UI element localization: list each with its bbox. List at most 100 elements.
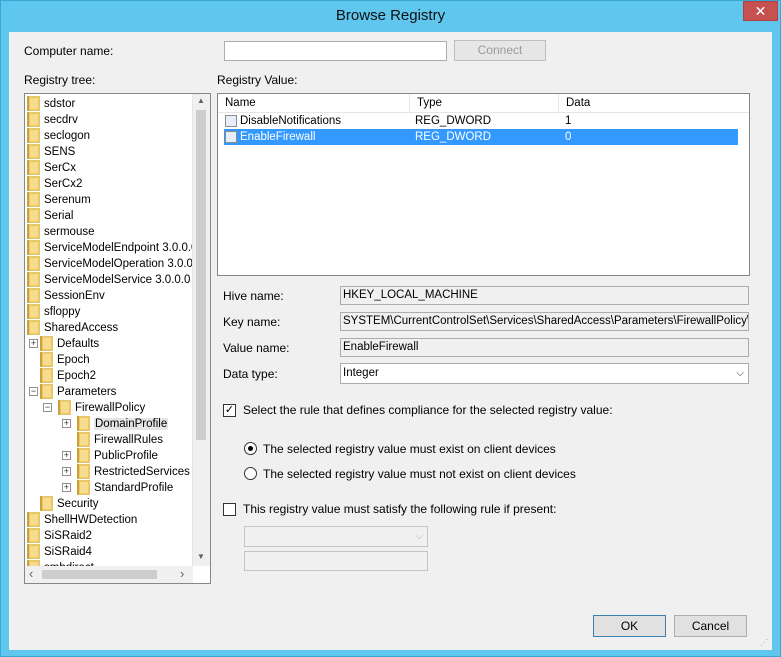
folder-icon: [40, 336, 53, 351]
registry-value-row-selected[interactable]: EnableFirewall REG_DWORD 0: [224, 129, 738, 145]
tree-item[interactable]: seclogon: [27, 128, 90, 144]
expand-icon[interactable]: +: [62, 483, 71, 492]
tree-item[interactable]: sdstor: [27, 96, 75, 112]
folder-icon: [77, 416, 90, 431]
tree-item-label: ServiceModelEndpoint 3.0.0.0: [44, 242, 198, 254]
tree-item-label: Serial: [44, 210, 74, 222]
expand-icon[interactable]: +: [62, 419, 71, 428]
must-exist-radio[interactable]: [244, 442, 257, 455]
folder-icon: [27, 208, 40, 223]
folder-icon: [27, 272, 40, 287]
tree-item[interactable]: Serial: [27, 208, 73, 224]
registry-tree[interactable]: sdstor secdrv seclogon SENS SerCx SerCx2…: [24, 93, 211, 584]
chevron-down-icon: ⌵: [736, 368, 744, 379]
data-type-select[interactable]: Integer ⌵: [340, 363, 749, 384]
close-button[interactable]: ✕: [743, 1, 778, 21]
folder-icon: [77, 432, 90, 447]
expand-icon[interactable]: +: [29, 339, 38, 348]
ok-button[interactable]: OK: [593, 615, 666, 637]
tree-item[interactable]: Security: [40, 496, 99, 512]
title-bar[interactable]: Browse Registry ✕: [1, 1, 780, 31]
tree-item[interactable]: ServiceModelOperation 3.0.0.0: [27, 256, 203, 272]
tree-item[interactable]: SiSRaid2: [27, 528, 92, 544]
tree-item[interactable]: secdrv: [27, 112, 78, 128]
tree-item-selected[interactable]: DomainProfile: [77, 416, 169, 432]
folder-icon: [27, 240, 40, 255]
browse-registry-window: Browse Registry ✕ Computer name: Connect…: [0, 0, 781, 657]
tree-item[interactable]: FirewallPolicy: [58, 400, 145, 416]
folder-icon: [27, 192, 40, 207]
tree-item-label: SiSRaid4: [44, 546, 92, 558]
tree-vertical-scrollbar[interactable]: ▲ ▼: [192, 94, 210, 566]
scroll-up-icon[interactable]: ▲: [197, 96, 205, 105]
computer-name-label: Computer name:: [24, 44, 114, 58]
satisfy-rule-label: This registry value must satisfy the fol…: [243, 502, 557, 516]
registry-value-row[interactable]: DisableNotifications REG_DWORD 1: [224, 113, 738, 129]
registry-value-list[interactable]: Name Type Data DisableNotifications REG_…: [217, 93, 750, 276]
tree-item[interactable]: SerCx: [27, 160, 76, 176]
value-name-field: EnableFirewall: [340, 338, 749, 357]
tree-item[interactable]: RestrictedServices: [77, 464, 190, 480]
tree-item-label: ServiceModelService 3.0.0.0: [44, 274, 191, 286]
tree-item[interactable]: ServiceModelEndpoint 3.0.0.0: [27, 240, 197, 256]
tree-item[interactable]: sermouse: [27, 224, 95, 240]
tree-item[interactable]: Defaults: [40, 336, 99, 352]
tree-item[interactable]: SerCx2: [27, 176, 82, 192]
collapse-icon[interactable]: −: [29, 387, 38, 396]
tree-item-label: StandardProfile: [94, 482, 174, 494]
tree-item[interactable]: SessionEnv: [27, 288, 105, 304]
collapse-icon[interactable]: −: [43, 403, 52, 412]
tree-item[interactable]: FirewallRules: [77, 432, 163, 448]
column-header-name[interactable]: Name: [218, 94, 410, 113]
expand-icon[interactable]: +: [62, 451, 71, 460]
tree-hscroll-thumb[interactable]: [42, 570, 157, 579]
tree-item-label: SerCx2: [44, 178, 83, 190]
tree-item-label: SessionEnv: [44, 290, 105, 302]
tree-item[interactable]: Serenum: [27, 192, 91, 208]
folder-icon: [58, 400, 71, 415]
tree-horizontal-scrollbar[interactable]: ‹ ›: [25, 566, 193, 583]
tree-item[interactable]: ServiceModelService 3.0.0.0: [27, 272, 190, 288]
tree-item[interactable]: PublicProfile: [77, 448, 158, 464]
tree-item[interactable]: Epoch2: [40, 368, 96, 384]
satisfy-rule-checkbox[interactable]: [223, 503, 236, 516]
resize-grip-icon[interactable]: ⋰: [760, 638, 770, 648]
tree-item[interactable]: ShellHWDetection: [27, 512, 137, 528]
tree-item-label: FirewallRules: [94, 434, 164, 446]
tree-item[interactable]: SharedAccess: [27, 320, 118, 336]
compliance-rule-checkbox[interactable]: ✓: [223, 404, 236, 417]
registry-tree-label: Registry tree:: [24, 73, 96, 87]
key-name-label: Key name:: [223, 315, 281, 329]
tree-item-label: SENS: [44, 146, 76, 158]
tree-item[interactable]: SiSRaid4: [27, 544, 92, 560]
scroll-down-icon[interactable]: ▼: [197, 552, 205, 561]
column-header-type[interactable]: Type: [410, 94, 559, 113]
value-type-cell: REG_DWORD: [415, 115, 492, 127]
folder-icon: [27, 176, 40, 191]
tree-item-label: Defaults: [57, 338, 100, 350]
tree-item[interactable]: Epoch: [40, 352, 90, 368]
tree-item-label: ServiceModelOperation 3.0.0.0: [44, 258, 203, 270]
expand-icon[interactable]: +: [62, 467, 71, 476]
scroll-right-icon[interactable]: ›: [180, 566, 184, 582]
rule-value-input[interactable]: [244, 551, 428, 571]
cancel-button[interactable]: Cancel: [674, 615, 747, 637]
connect-button[interactable]: Connect: [454, 40, 546, 61]
tree-scroll-thumb[interactable]: [196, 110, 206, 440]
tree-item[interactable]: sfloppy: [27, 304, 80, 320]
tree-item[interactable]: StandardProfile: [77, 480, 173, 496]
folder-icon: [27, 160, 40, 175]
value-name-cell: DisableNotifications: [240, 115, 341, 127]
compliance-rule-label: Select the rule that defines compliance …: [243, 403, 613, 417]
must-not-exist-label: The selected registry value must not exi…: [263, 467, 576, 481]
rule-operator-select[interactable]: ⌵: [244, 526, 428, 547]
tree-item[interactable]: SENS: [27, 144, 75, 160]
tree-item-label: ShellHWDetection: [44, 514, 138, 526]
must-not-exist-radio[interactable]: [244, 467, 257, 480]
computer-name-input[interactable]: [224, 41, 447, 61]
value-data-cell: 1: [565, 115, 572, 127]
column-header-data[interactable]: Data: [559, 94, 749, 113]
tree-item[interactable]: Parameters: [40, 384, 116, 400]
scroll-left-icon[interactable]: ‹: [29, 566, 33, 582]
tree-item-label: SerCx: [44, 162, 76, 174]
